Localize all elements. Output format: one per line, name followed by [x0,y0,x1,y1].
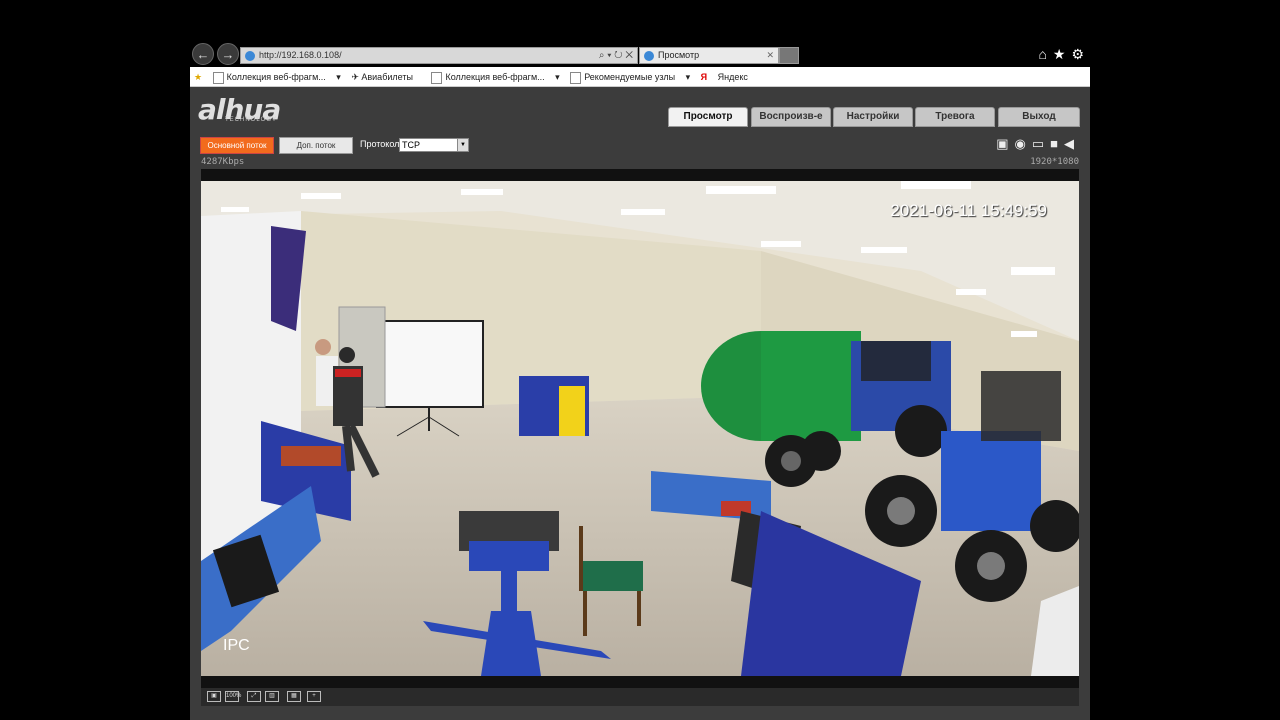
camera-web-app: alhua TECHNOLOGY Просмотр Воспроизв-е На… [190,87,1090,720]
protocol-select[interactable]: TCP ▼ [399,138,469,152]
bitrate-readout: 4287Kbps [201,157,245,167]
video-timestamp: 2021-06-11 15:49:59 [890,201,1047,220]
protocol-label: Протокол [360,139,400,149]
favorites-bar: ★ Коллекция веб-фрагм... ▾ ✈ Авиабилеты … [190,67,1090,87]
live-video[interactable]: 2021-06-11 15:49:59 IPC [201,181,1079,676]
address-text: http://192.168.0.108/ [259,50,342,60]
back-button[interactable]: ← [192,43,214,65]
page-icon [431,71,443,84]
tab-alarm[interactable]: Тревога [915,107,995,127]
address-bar[interactable]: http://192.168.0.108/ ⌕ ▾ ↻ ✕ [240,47,638,64]
chevron-down-icon: ▼ [457,139,468,151]
sub-stream-button[interactable]: Доп. поток [279,137,353,154]
camera-label: IPC [223,637,250,654]
favorite-item[interactable]: Рекомендуемые узлы ▾ [570,71,690,84]
forward-button[interactable]: → [217,43,239,65]
tab-view[interactable]: Просмотр ✕ [639,47,779,64]
tab-logout[interactable]: Выход [998,107,1080,127]
favorite-item[interactable]: ✈ Авиабилеты [351,72,421,82]
ie-icon [644,50,654,61]
favorite-item[interactable]: Коллекция веб-фрагм... ▾ [431,71,560,84]
address-controls[interactable]: ⌕ ▾ ↻ ✕ [599,48,633,63]
main-stream-button[interactable]: Основной поток [200,137,274,154]
zoom-100-icon[interactable]: 100% [225,691,241,702]
aspect-icon[interactable]: ▥ [265,691,279,702]
favorite-item[interactable]: Я Яндекс [701,72,756,82]
ie-icon [245,50,255,61]
forward-arrow-icon: → [221,47,235,62]
page-icon [570,71,582,84]
tab-preview[interactable]: Просмотр [668,107,748,127]
video-frame: 2021-06-11 15:49:59 IPC [201,169,1079,688]
tab-settings[interactable]: Настройки [833,107,913,127]
camera-scene [201,181,1079,676]
favorites-star-icon[interactable]: ★ [194,72,202,82]
ptz-icon[interactable]: + [307,691,321,702]
favorite-item[interactable]: Коллекция веб-фрагм... ▾ [212,71,341,84]
tab-title: Просмотр [658,50,700,60]
fit-icon[interactable]: ▦ [287,691,301,702]
logo-subtitle: TECHNOLOGY [225,117,278,123]
back-arrow-icon: ← [196,47,210,62]
home-favorites-settings-icons[interactable]: ⌂★⚙ [1038,46,1090,63]
tab-playback[interactable]: Воспроизв-е [751,107,831,127]
new-tab-button[interactable] [779,47,799,64]
yandex-icon: Я [700,72,708,82]
tab-close-icon[interactable]: ✕ [766,48,774,63]
page-icon [212,71,224,84]
video-bottom-bar: ▣ 100% ⤢ ▥ ▦ + [201,688,1079,706]
fullscreen-icon[interactable]: ⤢ [247,691,261,702]
snapshot-icon[interactable]: ▣ [207,691,221,702]
resolution-readout: 1920*1080 [1030,157,1079,167]
video-toolbar-icons[interactable]: ▣◉▭■◀ [996,136,1080,152]
